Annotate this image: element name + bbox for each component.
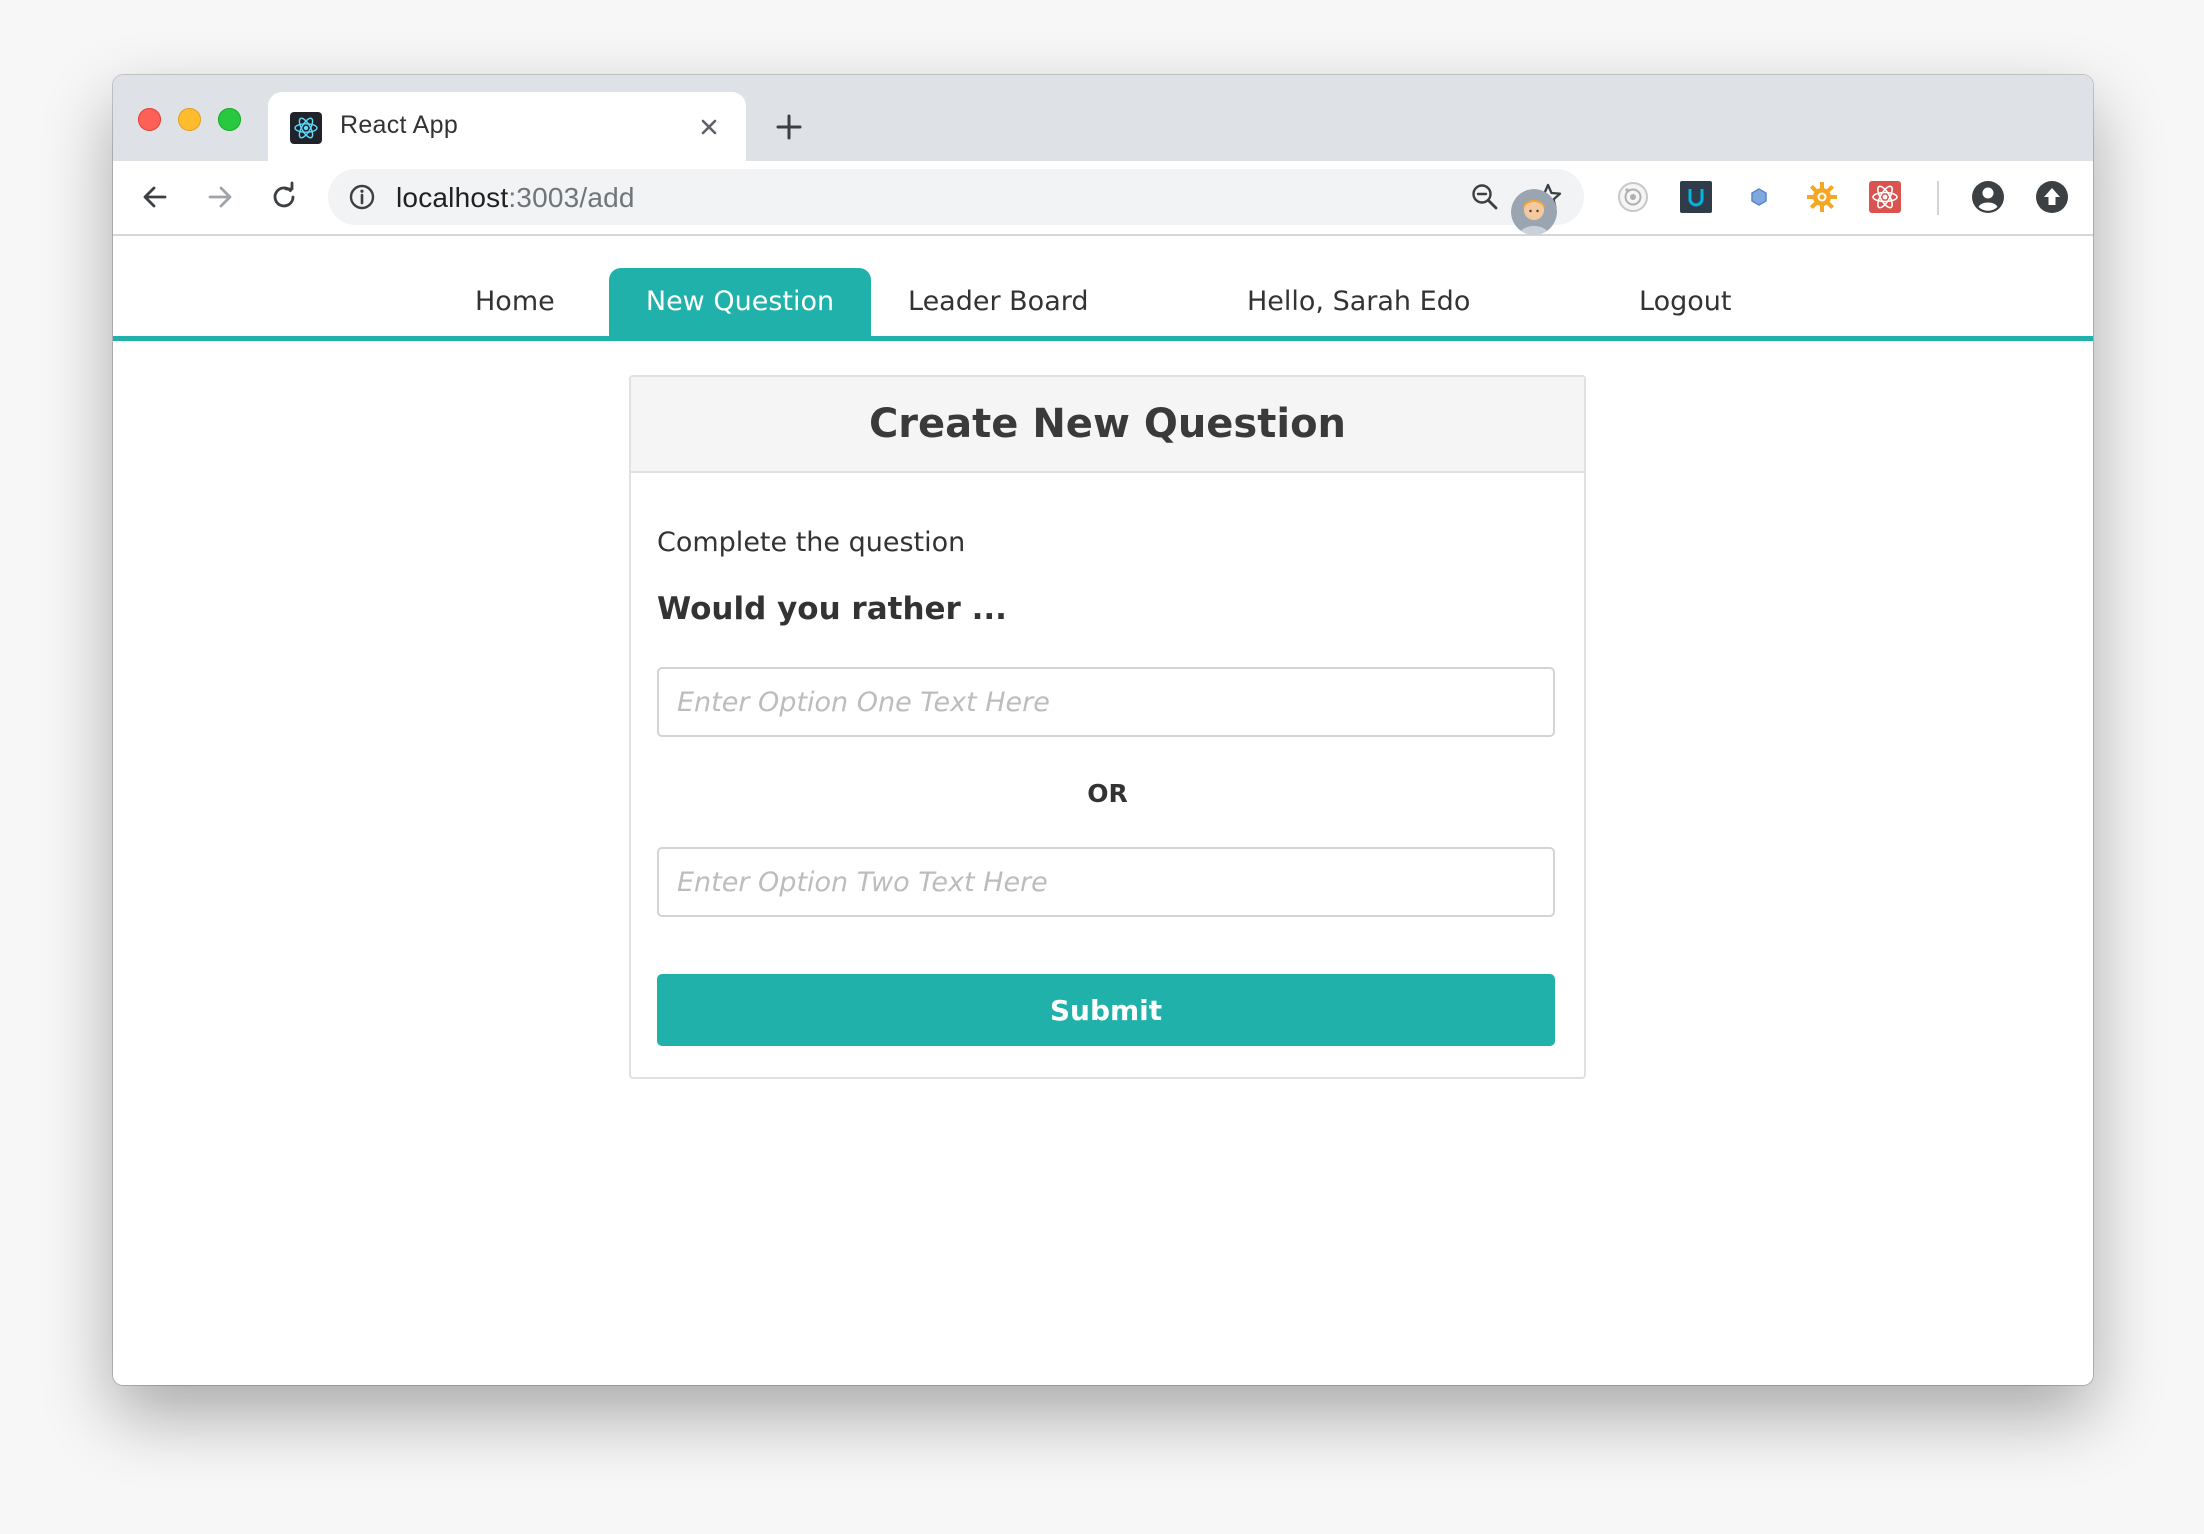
minimize-window-button[interactable] bbox=[178, 108, 201, 131]
forward-arrow-icon[interactable] bbox=[202, 179, 238, 215]
question-prompt: Would you rather ... bbox=[657, 591, 1007, 627]
sun-gear-icon[interactable] bbox=[1805, 180, 1839, 214]
option-two-input[interactable] bbox=[657, 847, 1555, 917]
new-tab-plus-icon[interactable] bbox=[773, 111, 805, 143]
nav-new-question[interactable]: New Question bbox=[609, 268, 871, 336]
avatar bbox=[1511, 189, 1557, 235]
zoom-out-icon[interactable] bbox=[1470, 182, 1500, 212]
or-separator: OR bbox=[1087, 779, 1128, 808]
submit-button[interactable]: Submit bbox=[657, 974, 1555, 1046]
udacity-icon[interactable] bbox=[1679, 180, 1713, 214]
new-question-card: Create New Question Complete the questio… bbox=[629, 375, 1586, 1079]
url-text[interactable]: localhost:3003/add bbox=[396, 182, 635, 214]
browser-tab[interactable]: React App bbox=[268, 92, 746, 161]
nav-leader-board[interactable]: Leader Board bbox=[908, 268, 1089, 336]
page-title: Create New Question bbox=[868, 401, 1347, 447]
user-greeting: Hello, Sarah Edo bbox=[1247, 286, 1471, 317]
blue-hex-icon[interactable] bbox=[1742, 180, 1776, 214]
camera-icon[interactable] bbox=[1616, 180, 1650, 214]
browser-toolbar: localhost:3003/add bbox=[113, 161, 2093, 236]
close-window-button[interactable] bbox=[138, 108, 161, 131]
tab-title: React App bbox=[340, 111, 459, 139]
instruction-text: Complete the question bbox=[657, 527, 966, 558]
react-icon bbox=[290, 112, 322, 144]
address-bar[interactable]: localhost:3003/add bbox=[328, 169, 1584, 225]
info-icon[interactable] bbox=[348, 183, 376, 211]
atom-red-icon[interactable] bbox=[1868, 180, 1902, 214]
title-bar: React App bbox=[113, 75, 2093, 161]
upload-icon[interactable] bbox=[2035, 180, 2069, 214]
url-host: localhost bbox=[396, 182, 509, 213]
nav-home[interactable]: Home bbox=[475, 268, 555, 336]
toolbar-divider bbox=[1937, 181, 1939, 215]
card-header: Create New Question bbox=[631, 377, 1584, 473]
option-one-input[interactable] bbox=[657, 667, 1555, 737]
account-icon[interactable] bbox=[1971, 180, 2005, 214]
reload-icon[interactable] bbox=[266, 179, 302, 215]
url-path: :3003/add bbox=[508, 182, 635, 213]
nav-logout[interactable]: Logout bbox=[1639, 268, 1731, 336]
back-arrow-icon[interactable] bbox=[137, 179, 173, 215]
maximize-window-button[interactable] bbox=[218, 108, 241, 131]
app-nav-bar: Home New Question Leader Board Hello, Sa… bbox=[113, 236, 2093, 341]
close-icon[interactable] bbox=[694, 112, 724, 142]
browser-window: React App localhost:3003/add Home New Qu… bbox=[113, 75, 2093, 1385]
